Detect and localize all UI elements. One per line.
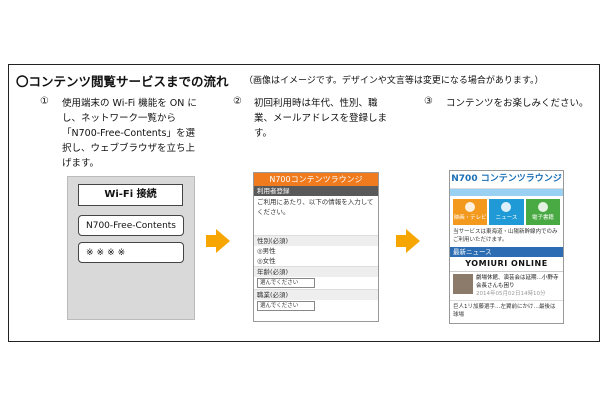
registration-screen: N700コンテンツラウンジ 利用者登録 ご利用にあたり、以下の情報を入力してくだ… bbox=[253, 172, 379, 322]
tile-movies-tv-label: 映画・テレビ bbox=[453, 215, 487, 221]
gender-label: 性別(必須) bbox=[254, 235, 378, 246]
film-icon bbox=[465, 202, 476, 212]
image-note: （画像はイメージです。デザインや文言等は変更になる場合があります。） bbox=[244, 76, 544, 86]
news-header: 最新ニュース bbox=[450, 247, 563, 257]
lounge-logo: N700 コンテンツラウンジ bbox=[450, 171, 563, 189]
age-label: 年齢(必須) bbox=[254, 266, 378, 277]
lounge-banner bbox=[450, 189, 563, 196]
step-2-text: 初回利用時は年代、性別、職業、メールアドレスを登録します。 bbox=[254, 98, 388, 139]
news-item-title: 劇場休館、演芸会は延期…小野寺会長さんも困り bbox=[476, 275, 559, 289]
step-2-number: ② bbox=[233, 96, 242, 107]
news-provider[interactable]: YOMIURI ONLINE bbox=[450, 257, 563, 272]
job-select[interactable]: 選んでください bbox=[257, 301, 315, 311]
tile-news[interactable]: ニュース bbox=[489, 199, 524, 225]
lounge-screen: N700 コンテンツラウンジ 映画・テレビ ニュース 電子書籍 当サービスは東海… bbox=[449, 170, 564, 324]
book-icon bbox=[537, 202, 548, 212]
news-icon bbox=[501, 202, 512, 212]
news-item-date: 2014年05月02日14時10分 bbox=[476, 291, 546, 297]
job-label: 職業(必須) bbox=[254, 289, 378, 300]
step-1-text: 使用端末の Wi-Fi 機能を ON にし、ネットワーク一覧から「N700-Fr… bbox=[62, 98, 197, 169]
tile-ebooks[interactable]: 電子書籍 bbox=[525, 199, 560, 225]
news-item[interactable]: 劇場休館、演芸会は延期…小野寺会長さんも困り 2014年05月02日14時10分 bbox=[450, 272, 563, 300]
step-3-number: ③ bbox=[424, 96, 433, 107]
tile-news-label: ニュース bbox=[495, 215, 518, 221]
step-3-text: コンテンツをお楽しみください。 bbox=[446, 98, 589, 109]
news-thumbnail bbox=[453, 274, 473, 294]
password-field[interactable]: ※※※※ bbox=[78, 242, 184, 263]
service-notice: 当サービスは東海道・山陽新幹線内でのみご利用いただけます。 bbox=[453, 229, 558, 243]
ssid-item[interactable]: N700-Free-Contents bbox=[78, 215, 184, 236]
gender-female-radio[interactable]: ◎女性 bbox=[257, 256, 375, 266]
registration-intro: ご利用にあたり、以下の情報を入力してください。 bbox=[257, 198, 374, 216]
gender-male-radio[interactable]: ◎男性 bbox=[257, 246, 375, 256]
wifi-connect-title: Wi-Fi 接続 bbox=[78, 184, 183, 206]
tile-movies-tv[interactable]: 映画・テレビ bbox=[453, 199, 488, 225]
arrow-right-icon bbox=[396, 229, 420, 253]
registration-subheader: 利用者登録 bbox=[254, 186, 378, 196]
page-title: 〇コンテンツ閲覧サービスまでの流れ bbox=[16, 74, 229, 89]
tile-ebooks-label: 電子書籍 bbox=[531, 215, 554, 221]
news-item-next[interactable]: 巨人1リ加藤選手…左翼前にかけ…最後は球場 bbox=[450, 300, 563, 321]
arrow-right-icon bbox=[206, 229, 230, 253]
registration-header: N700コンテンツラウンジ bbox=[254, 173, 378, 186]
step-1-number: ① bbox=[40, 96, 49, 107]
age-select[interactable]: 選んでください bbox=[257, 278, 315, 288]
